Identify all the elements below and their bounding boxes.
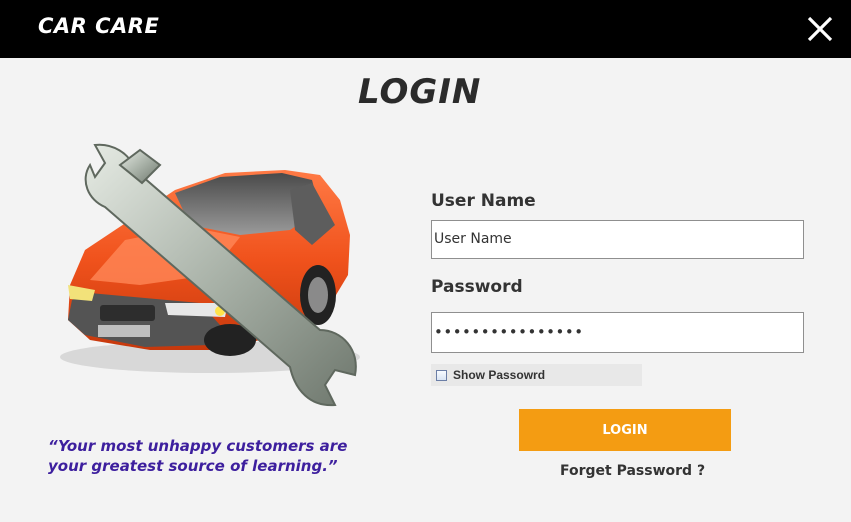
show-password-label: Show Passowrd xyxy=(453,368,546,382)
username-label: User Name xyxy=(431,191,536,211)
title-bar: CAR CARE xyxy=(0,0,851,58)
quote-text: “Your most unhappy customers are your gr… xyxy=(48,437,348,475)
username-input[interactable]: User Name xyxy=(431,220,804,259)
show-password-checkbox[interactable] xyxy=(436,370,447,381)
close-icon xyxy=(807,16,833,42)
close-button[interactable] xyxy=(803,13,837,45)
car-wrench-illustration xyxy=(50,135,380,420)
app-title: CAR CARE xyxy=(38,14,160,38)
login-button[interactable]: LOGIN xyxy=(519,409,731,451)
show-password-toggle[interactable]: Show Passowrd xyxy=(431,364,642,386)
forget-password-link[interactable]: Forget Password ? xyxy=(560,463,705,479)
password-input[interactable]: •••••••••••••••• xyxy=(431,312,804,353)
login-heading: LOGIN xyxy=(358,72,482,112)
password-label: Password xyxy=(431,277,523,297)
